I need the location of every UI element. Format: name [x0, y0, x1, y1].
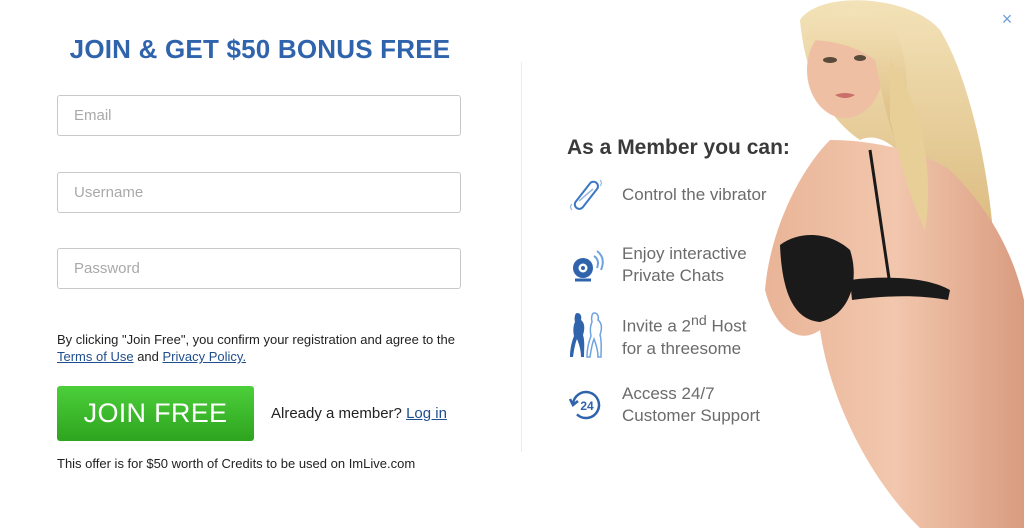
benefit-line: Customer Support [622, 406, 760, 425]
benefit-item: Enjoy interactive Private Chats [567, 243, 747, 287]
benefit-line: Access 24/7 [622, 384, 715, 403]
email-field[interactable] [57, 95, 461, 136]
already-member-text: Already a member? [271, 405, 407, 422]
benefit-line: Private Chats [622, 266, 725, 285]
benefit-line: Control the vibrator [622, 185, 767, 204]
consent-prefix: By clicking "Join Free", you confirm you… [57, 332, 455, 347]
svg-text:24: 24 [580, 399, 594, 413]
benefit-item: Invite a 2nd Host for a threesome [567, 310, 746, 360]
benefits-title: As a Member you can: [567, 136, 790, 159]
divider [521, 62, 522, 452]
two-hosts-icon [570, 312, 603, 358]
vibrator-icon [569, 179, 603, 211]
benefit-line: Enjoy interactive [622, 244, 747, 263]
privacy-link[interactable]: Privacy Policy. [163, 349, 247, 364]
modal-title: JOIN & GET $50 BONUS FREE [69, 34, 451, 64]
support-24-icon: 24 [568, 390, 601, 420]
join-free-button[interactable]: JOIN FREE [57, 386, 254, 441]
terms-link[interactable]: Terms of Use [57, 349, 134, 364]
benefit-line: Host [706, 316, 747, 336]
consent-text: By clicking "Join Free", you confirm you… [57, 331, 467, 365]
benefit-sup: nd [691, 313, 707, 330]
username-field[interactable] [57, 172, 461, 213]
consent-and: and [133, 349, 163, 364]
login-row: Already a member? Log in [271, 405, 447, 422]
login-link[interactable]: Log in [406, 405, 447, 422]
benefit-line: Invite a 2 [622, 316, 691, 336]
webcam-icon [573, 250, 604, 282]
signup-modal: JOIN & GET $50 BONUS FREE By clicking "J… [0, 0, 1024, 528]
model-photo [765, 0, 1024, 528]
benefit-item: 24 Access 24/7 Customer Support [567, 383, 760, 427]
close-button[interactable]: × [996, 8, 1018, 30]
benefit-line: for a threesome [622, 338, 742, 358]
offer-text: This offer is for $50 worth of Credits t… [57, 456, 416, 471]
benefit-item: Control the vibrator [567, 176, 767, 214]
password-field[interactable] [57, 248, 461, 289]
